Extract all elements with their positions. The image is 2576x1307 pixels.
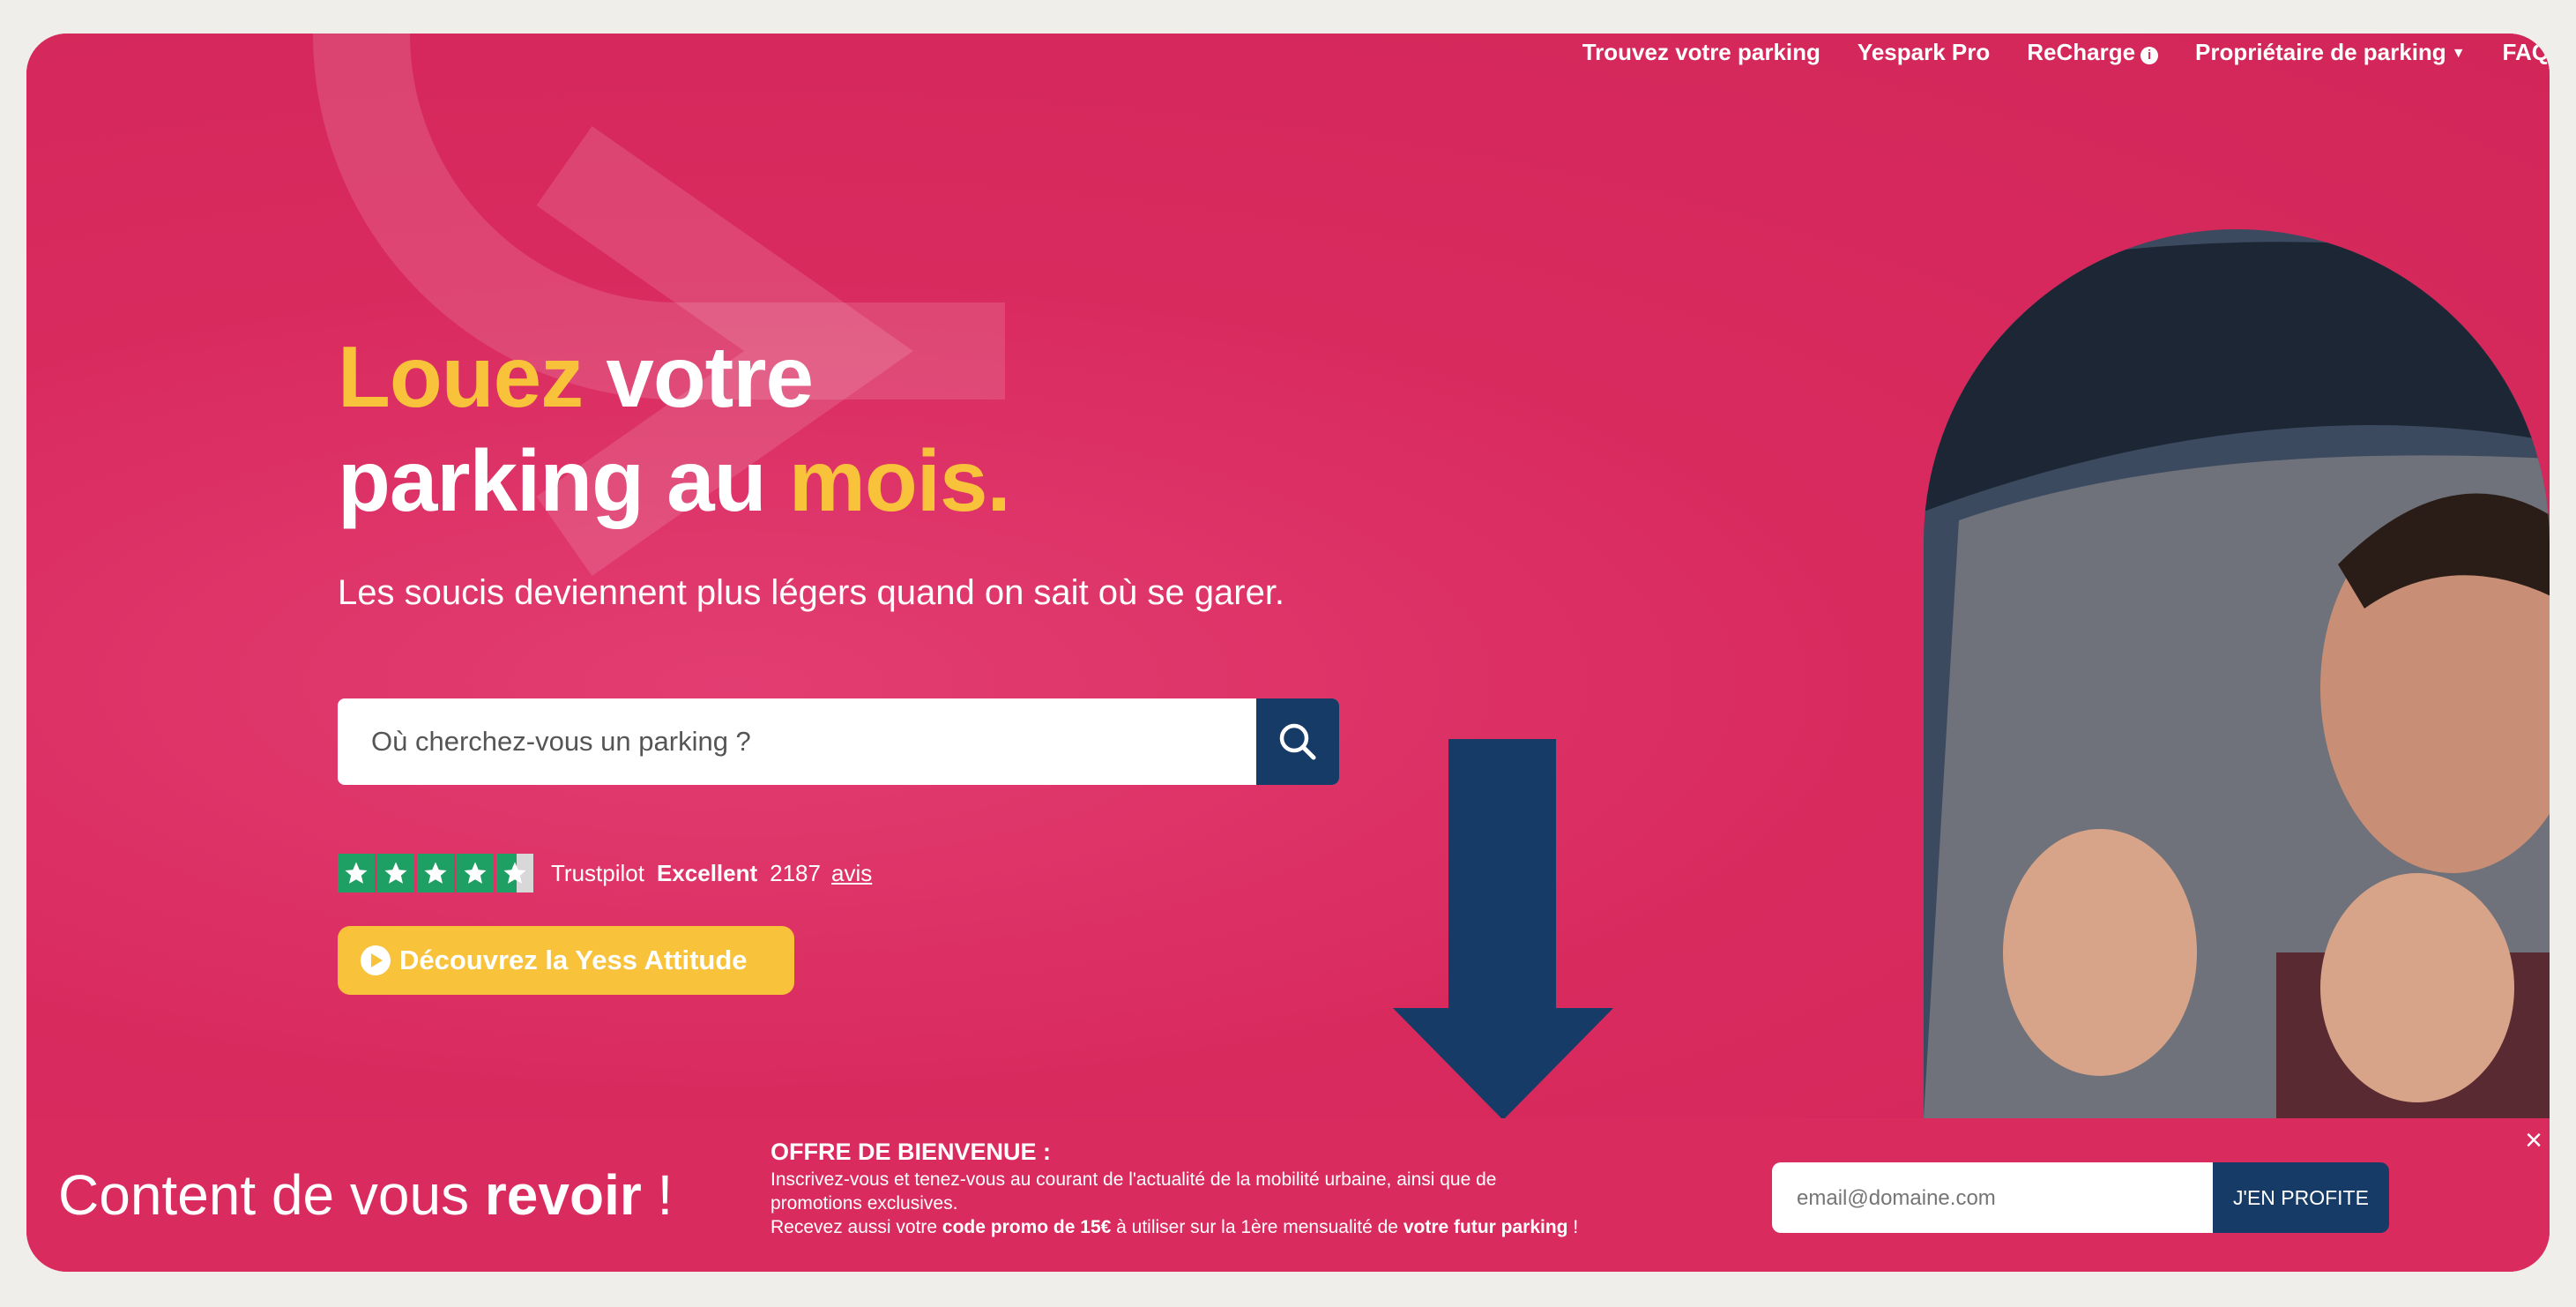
nav-recharge[interactable]: ReCharge i xyxy=(2027,38,2159,66)
half-star-icon xyxy=(496,854,533,892)
trustpilot-rating: Excellent xyxy=(656,859,758,886)
promo-text-2: à utiliser sur la 1ère mensualité de xyxy=(1111,1217,1403,1237)
email-field[interactable] xyxy=(1795,1162,2204,1235)
offer-title: OFFRE DE BIENVENUE : xyxy=(771,1139,1052,1165)
headline-louez: Louez xyxy=(338,328,584,425)
nav-faq[interactable]: FAQ xyxy=(2503,39,2550,66)
greeting-text: Content de vous xyxy=(58,1163,485,1227)
nav-recharge-label: ReCharge xyxy=(2027,38,2136,65)
greeting-bold: revoir xyxy=(484,1163,642,1227)
promo-parking: votre futur parking xyxy=(1403,1217,1568,1237)
nav-find-parking[interactable]: Trouvez votre parking xyxy=(1582,39,1820,66)
search-input[interactable]: Où cherchez-vous un parking ? xyxy=(371,698,751,785)
headline-parking-au: parking au xyxy=(338,432,789,529)
hero-headline: Louez votre parking au mois. xyxy=(338,325,1011,533)
star-icon xyxy=(457,854,494,892)
caret-down-icon: ▼ xyxy=(2451,45,2466,61)
welcome-banner: Content de vous revoir ! OFFRE DE BIENVE… xyxy=(26,1118,2550,1272)
welcome-offer: OFFRE DE BIENVENUE : Inscrivez-vous et t… xyxy=(771,1136,1582,1239)
top-nav: Trouvez votre parking Yespark Pro ReChar… xyxy=(1582,34,2550,71)
star-icon xyxy=(417,854,454,892)
trustpilot-reviews-link[interactable]: avis xyxy=(831,860,872,887)
nav-yespark-pro[interactable]: Yespark Pro xyxy=(1858,39,1990,66)
trustpilot-widget[interactable]: Trustpilot Excellent 2187 avis xyxy=(338,854,872,892)
nav-parking-owner-label: Propriétaire de parking xyxy=(2195,38,2446,65)
greeting-end: ! xyxy=(641,1163,674,1227)
search-button[interactable] xyxy=(1256,698,1339,785)
trustpilot-brand: Trustpilot xyxy=(551,859,644,886)
promo-end: ! xyxy=(1567,1217,1579,1237)
search-icon xyxy=(1279,723,1316,760)
hero-subtitle: Les soucis deviennent plus légers quand … xyxy=(338,573,1285,612)
trustpilot-stars xyxy=(338,854,533,892)
parking-search-bar: Où cherchez-vous un parking ? xyxy=(338,698,1339,785)
driver-photo xyxy=(1924,229,2550,1118)
close-icon[interactable]: × xyxy=(2525,1124,2542,1158)
email-field-wrap xyxy=(1772,1162,2213,1235)
star-icon xyxy=(377,854,414,892)
promo-text: Recevez aussi votre xyxy=(771,1217,942,1237)
offer-promo: Recevez aussi votre code promo de 15€ à … xyxy=(771,1215,1582,1239)
headline-votre: votre xyxy=(583,328,814,425)
banner-greeting: Content de vous revoir ! xyxy=(58,1118,673,1272)
down-arrow-icon xyxy=(1393,739,1613,1120)
nav-parking-owner[interactable]: Propriétaire de parking ▼ xyxy=(2195,39,2466,66)
yess-attitude-button[interactable]: Découvrez la Yess Attitude xyxy=(338,926,794,995)
info-icon: i xyxy=(2140,46,2159,64)
cta-label: Découvrez la Yess Attitude xyxy=(399,945,748,975)
jen-profite-button[interactable]: J'EN PROFITE xyxy=(2213,1162,2389,1233)
promo-code: code promo de 15€ xyxy=(942,1217,1112,1237)
page-frame: Trouvez votre parking Yespark Pro ReChar… xyxy=(26,34,2550,1272)
headline-mois: mois. xyxy=(788,432,1011,529)
play-icon xyxy=(361,945,391,975)
driver-illustration xyxy=(1924,229,2550,1118)
offer-description: Inscrivez-vous et tenez-vous au courant … xyxy=(771,1169,1497,1214)
hero-section: Trouvez votre parking Yespark Pro ReChar… xyxy=(26,34,2550,1120)
star-icon xyxy=(338,854,375,892)
trustpilot-count: 2187 xyxy=(770,859,821,886)
